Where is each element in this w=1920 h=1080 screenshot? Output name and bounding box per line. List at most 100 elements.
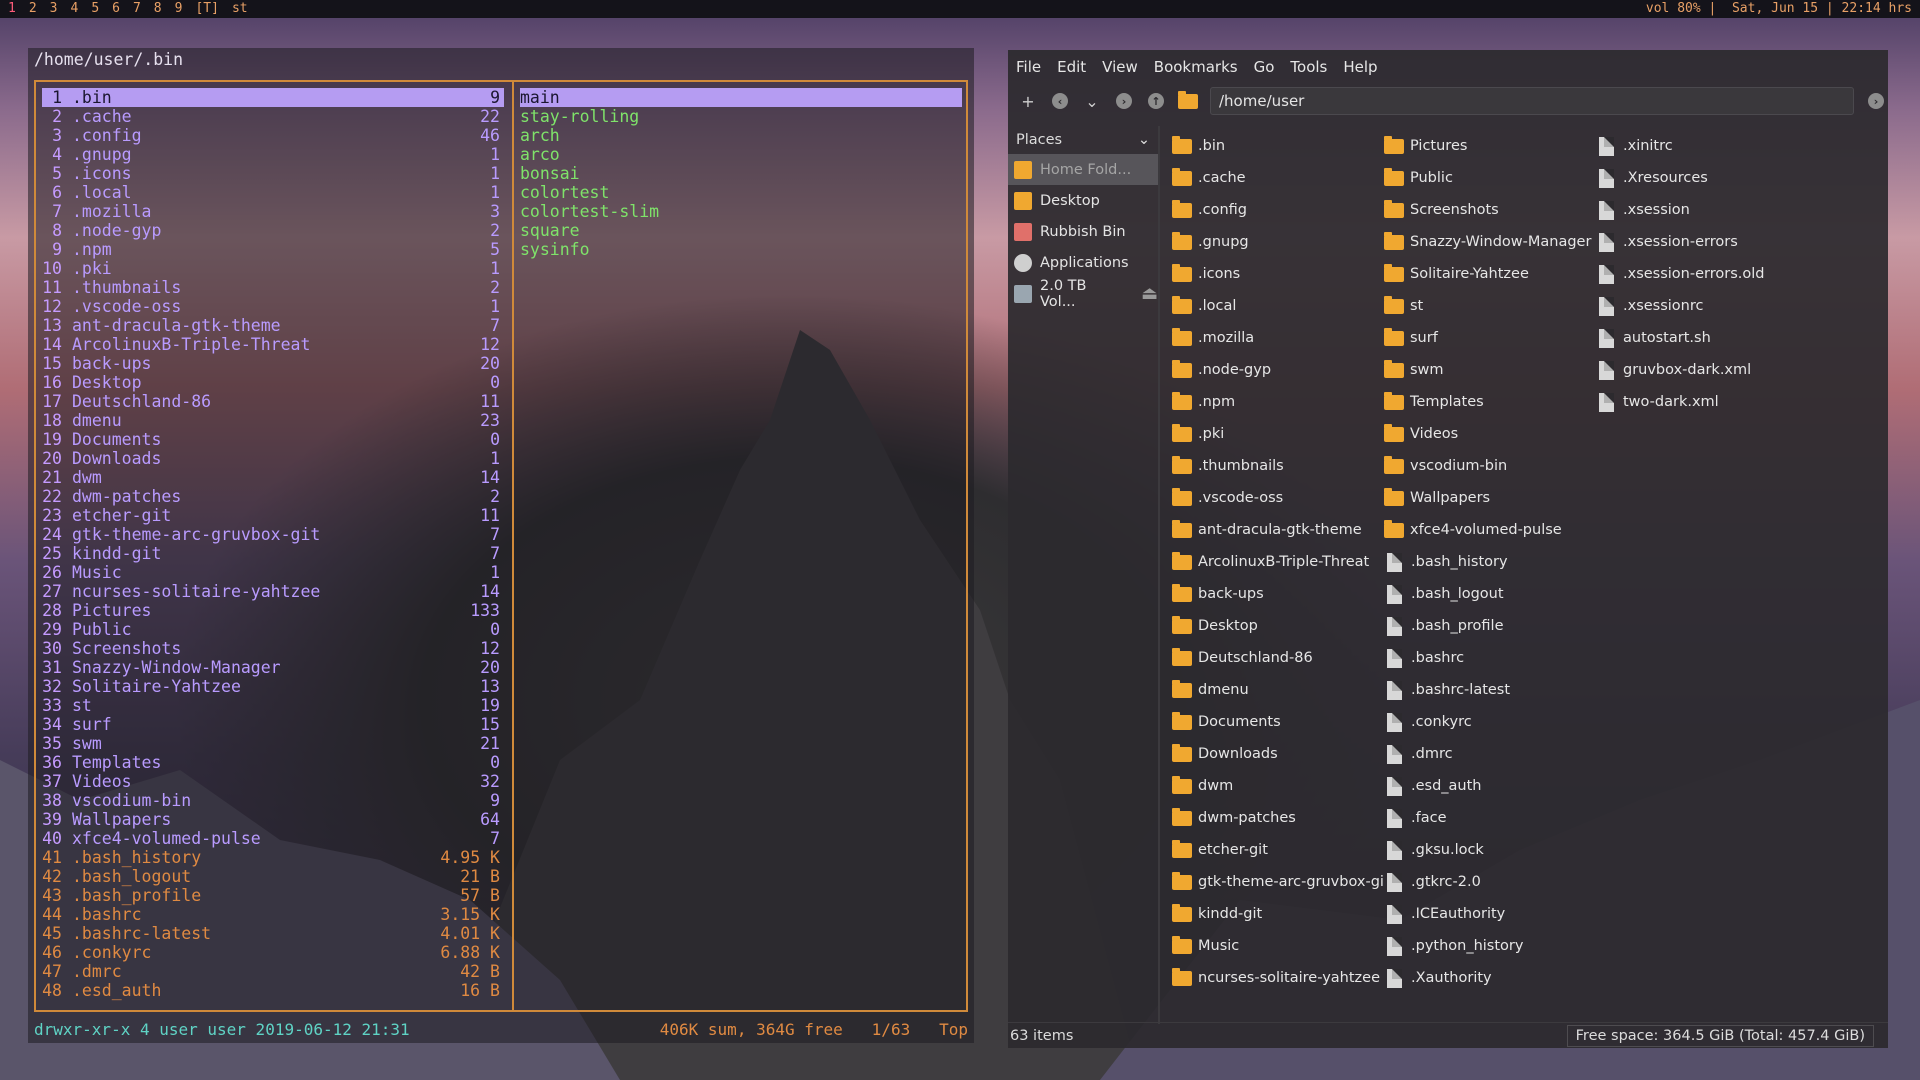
ranger-entry[interactable]: 36 Templates 0 [42, 753, 504, 772]
ranger-entry[interactable]: 31 Snazzy-Window-Manager 20 [42, 658, 504, 677]
file-item[interactable]: .xsession-errors [1596, 226, 1876, 258]
ranger-entry[interactable]: 38 vscodium-bin 9 [42, 791, 504, 810]
go-button[interactable]: › [1866, 91, 1886, 111]
ranger-entry[interactable]: 40 xfce4-volumed-pulse 7 [42, 829, 504, 848]
ranger-entry[interactable]: 14 ArcolinuxB-Triple-Threat 12 [42, 335, 504, 354]
ranger-entry[interactable]: 39 Wallpapers 64 [42, 810, 504, 829]
folder-item[interactable]: etcher-git [1172, 834, 1384, 866]
history-dropdown-icon[interactable]: ⌄ [1082, 91, 1102, 111]
folder-item[interactable]: .mozilla [1172, 322, 1384, 354]
folder-item[interactable]: Public [1384, 162, 1596, 194]
file-item[interactable]: two-dark.xml [1596, 386, 1876, 418]
ranger-entry[interactable]: 48 .esd_auth 16 B [42, 981, 504, 1000]
folder-item[interactable]: .npm [1172, 386, 1384, 418]
preview-entry[interactable]: colortest-slim [520, 202, 962, 221]
preview-entry[interactable]: arch [520, 126, 962, 145]
ranger-entry[interactable]: 6 .local 1 [42, 183, 504, 202]
place-item[interactable]: 2.0 TB Vol... ⏏ [1008, 278, 1158, 310]
ranger-entry[interactable]: 5 .icons 1 [42, 164, 504, 183]
ranger-entry[interactable]: 27 ncurses-solitaire-yahtzee 14 [42, 582, 504, 601]
folder-item[interactable]: ant-dracula-gtk-theme [1172, 514, 1384, 546]
folder-item[interactable]: .config [1172, 194, 1384, 226]
place-item[interactable]: Rubbish Bin [1008, 216, 1158, 247]
ranger-entry[interactable]: 44 .bashrc 3.15 K [42, 905, 504, 924]
file-item[interactable]: .bashrc [1384, 642, 1596, 674]
ranger-entry[interactable]: 37 Videos 32 [42, 772, 504, 791]
place-item[interactable]: Applications [1008, 247, 1158, 278]
ranger-entry[interactable]: 42 .bash_logout 21 B [42, 867, 504, 886]
ranger-entry[interactable]: 2 .cache 22 [42, 107, 504, 126]
preview-entry[interactable]: stay-rolling [520, 107, 962, 126]
folder-item[interactable]: dwm-patches [1172, 802, 1384, 834]
ranger-entry[interactable]: 22 dwm-patches 2 [42, 487, 504, 506]
folder-item[interactable]: .node-gyp [1172, 354, 1384, 386]
preview-entry[interactable]: square [520, 221, 962, 240]
ranger-entry[interactable]: 19 Documents 0 [42, 430, 504, 449]
file-item[interactable]: autostart.sh [1596, 322, 1876, 354]
ranger-entry[interactable]: 32 Solitaire-Yahtzee 13 [42, 677, 504, 696]
folder-item[interactable]: .gnupg [1172, 226, 1384, 258]
folder-item[interactable]: gtk-theme-arc-gruvbox-git [1172, 866, 1384, 898]
preview-entry[interactable]: colortest [520, 183, 962, 202]
folder-item[interactable]: Deutschland-86 [1172, 642, 1384, 674]
folder-item[interactable]: back-ups [1172, 578, 1384, 610]
file-item[interactable]: .face [1384, 802, 1596, 834]
folder-item[interactable]: ncurses-solitaire-yahtzee [1172, 962, 1384, 994]
ranger-entry[interactable]: 10 .pki 1 [42, 259, 504, 278]
file-item[interactable]: .gksu.lock [1384, 834, 1596, 866]
ranger-entry[interactable]: 16 Desktop 0 [42, 373, 504, 392]
file-item[interactable]: .xinitrc [1596, 130, 1876, 162]
folder-item[interactable]: .bin [1172, 130, 1384, 162]
new-tab-icon[interactable]: + [1018, 91, 1038, 111]
folder-item[interactable]: Screenshots [1384, 194, 1596, 226]
ranger-entry[interactable]: 13 ant-dracula-gtk-theme 7 [42, 316, 504, 335]
menu-go[interactable]: Go [1254, 58, 1275, 76]
preview-entry[interactable]: main [520, 88, 962, 107]
menu-file[interactable]: File [1016, 58, 1041, 76]
file-item[interactable]: gruvbox-dark.xml [1596, 354, 1876, 386]
ranger-entry[interactable]: 15 back-ups 20 [42, 354, 504, 373]
folder-item[interactable]: Documents [1172, 706, 1384, 738]
ranger-entry[interactable]: 18 dmenu 23 [42, 411, 504, 430]
eject-icon[interactable]: ⏏ [1141, 283, 1158, 304]
ranger-entry[interactable]: 7 .mozilla 3 [42, 202, 504, 221]
file-manager-window[interactable]: File Edit View Bookmarks Go Tools Help + ‹ ⌄ ›… [1008, 50, 1888, 1048]
ranger-entry[interactable]: 17 Deutschland-86 11 [42, 392, 504, 411]
folder-item[interactable]: Solitaire-Yahtzee [1384, 258, 1596, 290]
place-item[interactable]: Desktop [1008, 185, 1158, 216]
folder-item[interactable]: swm [1384, 354, 1596, 386]
home-folder-button[interactable] [1178, 90, 1198, 111]
forward-button[interactable]: › [1114, 91, 1134, 111]
ranger-entry[interactable]: 33 st 19 [42, 696, 504, 715]
ranger-entry[interactable]: 45 .bashrc-latest 4.01 K [42, 924, 504, 943]
file-item[interactable]: .bashrc-latest [1384, 674, 1596, 706]
preview-entry[interactable]: sysinfo [520, 240, 962, 259]
file-item[interactable]: .bash_logout [1384, 578, 1596, 610]
folder-item[interactable]: Downloads [1172, 738, 1384, 770]
folder-item[interactable]: vscodium-bin [1384, 450, 1596, 482]
folder-item[interactable]: Pictures [1384, 130, 1596, 162]
file-item[interactable]: .xsession [1596, 194, 1876, 226]
places-header[interactable]: Places ⌄ [1008, 126, 1158, 154]
ranger-entry[interactable]: 1 .bin 9 [42, 88, 504, 107]
back-button[interactable]: ‹ [1050, 91, 1070, 111]
folder-item[interactable]: dmenu [1172, 674, 1384, 706]
ranger-entry[interactable]: 47 .dmrc 42 B [42, 962, 504, 981]
ranger-entry[interactable]: 24 gtk-theme-arc-gruvbox-git 7 [42, 525, 504, 544]
file-item[interactable]: .xsession-errors.old [1596, 258, 1876, 290]
folder-item[interactable]: .pki [1172, 418, 1384, 450]
ranger-entry[interactable]: 26 Music 1 [42, 563, 504, 582]
folder-item[interactable]: st [1384, 290, 1596, 322]
ranger-entry[interactable]: 21 dwm 14 [42, 468, 504, 487]
workspace-1[interactable]: 1 [8, 0, 16, 18]
menu-help[interactable]: Help [1343, 58, 1377, 76]
folder-item[interactable]: Templates [1384, 386, 1596, 418]
ranger-entry[interactable]: 41 .bash_history 4.95 K [42, 848, 504, 867]
folder-item[interactable]: .thumbnails [1172, 450, 1384, 482]
ranger-entry[interactable]: 43 .bash_profile 57 B [42, 886, 504, 905]
ranger-entry[interactable]: 34 surf 15 [42, 715, 504, 734]
location-bar[interactable]: /home/user [1210, 87, 1854, 115]
folder-item[interactable]: ArcolinuxB-Triple-Threat [1172, 546, 1384, 578]
layout-indicator[interactable]: [T] [195, 0, 218, 18]
folder-item[interactable]: xfce4-volumed-pulse [1384, 514, 1596, 546]
